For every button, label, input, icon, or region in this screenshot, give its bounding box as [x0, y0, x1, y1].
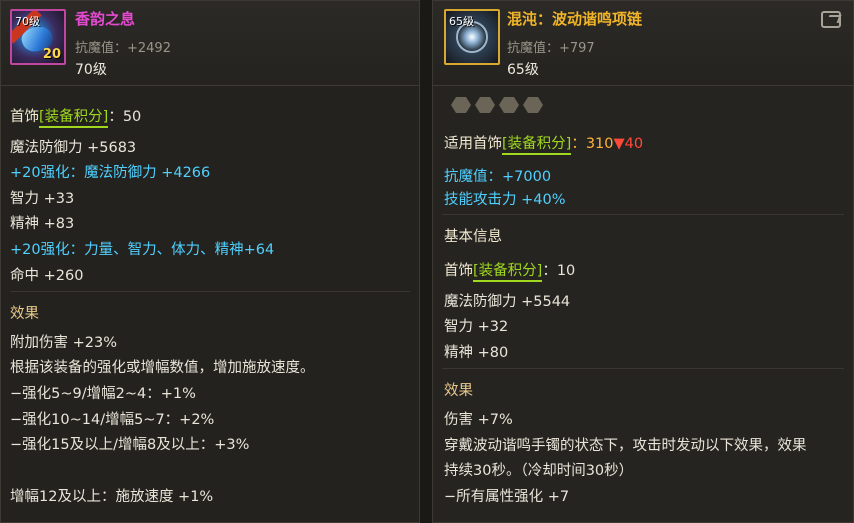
anti-magic-value: 抗魔值：+797	[507, 41, 595, 56]
divider	[442, 368, 844, 369]
socket-icon	[475, 97, 495, 113]
effect-line: −所有属性强化 +7	[444, 489, 570, 505]
bonus-stat-line: 技能攻击力 +40%	[444, 192, 566, 208]
item-name: 香韵之息	[75, 10, 136, 28]
equip-score-line: 首饰[装备积分]：50	[10, 105, 142, 128]
item-level: 70级	[75, 62, 107, 78]
divider	[442, 214, 844, 215]
score-tag: [装备积分]	[502, 136, 572, 155]
anti-magic-value: 抗魔值：+2492	[75, 41, 171, 56]
effect-line: 增幅12及以上：施放速度 +1%	[10, 489, 214, 505]
stat-line-enhance: +20强化：魔法防御力 +4266	[10, 165, 211, 181]
stat-line: 精神 +80	[444, 345, 509, 361]
effect-title: 效果	[10, 306, 39, 322]
score-tag: [装备积分]	[39, 109, 109, 128]
tooltip-header: 65级 混沌：波动谐鸣项链 抗魔值：+797 65级	[433, 1, 853, 86]
stat-line: 魔法防御力 +5544	[444, 294, 571, 310]
score-prefix: 首饰	[444, 263, 473, 279]
item-level: 65级	[507, 62, 539, 78]
score-prefix: 首饰	[10, 109, 39, 125]
stat-line: 智力 +33	[10, 191, 75, 207]
score-value: ：310	[571, 136, 614, 152]
chaos-orb-necklace-icon[interactable]: 65级	[444, 9, 500, 65]
basic-info-title: 基本信息	[444, 229, 502, 245]
effect-line: 根据该装备的强化或增幅数值，增加施放速度。	[10, 360, 315, 376]
stat-line: 命中 +260	[10, 268, 84, 284]
score-prefix: 适用首饰	[444, 136, 502, 152]
item-name: 混沌：波动谐鸣项链	[507, 10, 643, 28]
score-value: ：10	[542, 263, 576, 279]
score-delta: ▼40	[613, 136, 644, 152]
score-value: ：50	[108, 109, 142, 125]
effect-line: 穿戴波动谐鸣手镯的状态下，攻击时发动以下效果，效果	[444, 438, 807, 454]
socket-icon	[499, 97, 519, 113]
effect-line: 伤害 +7%	[444, 412, 513, 428]
icon-level-label: 70级	[15, 15, 40, 28]
stat-line: 精神 +83	[10, 216, 75, 232]
equip-score-line: 适用首饰[装备积分]：310▼40	[444, 132, 644, 155]
item-tooltip-left: 70级 20 香韵之息 抗魔值：+2492 70级 首饰[装备积分]：50 魔法…	[0, 0, 420, 523]
effect-line: −强化10~14/增幅5~7：+2%	[10, 412, 215, 428]
icon-enhance-label: 20	[42, 47, 61, 62]
gem-necklace-icon[interactable]: 70级 20	[10, 9, 66, 65]
divider	[10, 291, 410, 292]
effect-line: −强化5~9/增幅2~4：+1%	[10, 386, 196, 402]
socket-row	[451, 97, 547, 115]
socket-icon	[451, 97, 471, 113]
socket-icon	[523, 97, 543, 113]
share-icon[interactable]	[821, 11, 841, 28]
stat-line-enhance: +20强化：力量、智力、体力、精神+64	[10, 242, 275, 258]
tooltip-header: 70级 20 香韵之息 抗魔值：+2492 70级	[1, 1, 419, 86]
stat-line: 智力 +32	[444, 319, 509, 335]
effect-line: 持续30秒。（冷却时间30秒）	[444, 463, 634, 479]
basic-score-line: 首饰[装备积分]：10	[444, 259, 576, 282]
icon-level-label: 65级	[449, 15, 474, 28]
score-tag: [装备积分]	[473, 263, 543, 282]
effect-line: −强化15及以上/增幅8及以上：+3%	[10, 437, 250, 453]
effect-line: 附加伤害 +23%	[10, 335, 117, 351]
item-tooltip-right: 65级 混沌：波动谐鸣项链 抗魔值：+797 65级 适用首饰[装备积分]：31…	[432, 0, 854, 523]
effect-title: 效果	[444, 383, 473, 399]
bonus-stat-line: 抗魔值：+7000	[444, 169, 552, 185]
stat-line: 魔法防御力 +5683	[10, 140, 137, 156]
